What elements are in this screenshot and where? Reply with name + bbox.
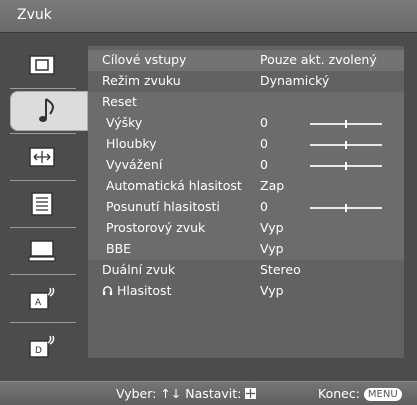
- slider-knob[interactable]: [345, 141, 347, 149]
- menu-row-value: Stereo: [260, 262, 301, 277]
- music-note-icon: [39, 98, 54, 122]
- menu-row-label: Hlasitost: [116, 283, 172, 298]
- menu-row-value: 0: [260, 157, 268, 172]
- sidebar-item-picture[interactable]: [12, 45, 72, 85]
- menu-row-value: Vyp: [260, 241, 284, 256]
- svg-text:A: A: [35, 298, 42, 308]
- sidebar-divider: [10, 88, 76, 89]
- pc-icon: [28, 240, 56, 262]
- menu-row-bbe[interactable]: BBE Vyp: [88, 239, 404, 260]
- menu-row-label: Reset: [102, 94, 137, 109]
- analog-setup-icon: A: [29, 287, 55, 310]
- menu-row-label: Prostorový zvuk: [106, 220, 206, 235]
- sidebar-divider: [10, 274, 76, 275]
- slider-knob[interactable]: [345, 120, 347, 128]
- menu-row-label: Cílové vstupy: [102, 52, 187, 67]
- enter-button-icon: [245, 388, 257, 399]
- menu-row-bass[interactable]: Hloubky 0: [88, 134, 404, 155]
- screen-icon: [29, 147, 55, 167]
- sidebar-item-digital-setup[interactable]: D: [12, 327, 72, 367]
- sidebar-divider: [10, 133, 76, 134]
- sidebar-divider: [10, 180, 76, 181]
- menu-row-value: Zap: [260, 178, 285, 193]
- title-bar: Zvuk: [0, 0, 417, 33]
- menu-row-sound-mode[interactable]: Režim zvuku Dynamický: [88, 71, 404, 92]
- sidebar-divider: [10, 227, 76, 228]
- menu-row-label: Duální zvuk: [102, 262, 176, 277]
- menu-button[interactable]: MENU: [363, 388, 402, 401]
- bass-slider[interactable]: [310, 141, 382, 149]
- menu-row-label-wrap: Hlasitost: [102, 283, 171, 298]
- digital-setup-icon: D: [29, 335, 55, 358]
- menu-row-value: Dynamický: [260, 73, 330, 88]
- menu-row-label: Režim zvuku: [102, 73, 181, 88]
- menu-row-value: 0: [260, 199, 268, 214]
- menu-row-headphone-volume[interactable]: Hlasitost Vyp: [88, 281, 404, 302]
- select-hint-label: Vyber:: [116, 386, 157, 401]
- menu-row-label: Výšky: [106, 115, 143, 130]
- menu-row-value: 0: [260, 115, 268, 130]
- sidebar: A D: [0, 33, 88, 381]
- menu-row-balance[interactable]: Vyvážení 0: [88, 155, 404, 176]
- svg-text:D: D: [35, 346, 42, 356]
- up-down-arrows-icon: ↑↓: [160, 386, 182, 401]
- picture-icon: [29, 55, 55, 75]
- bottom-hint-bar: Vyber: ↑↓ Nastavit: Konec: MENU: [0, 381, 417, 405]
- menu-row-surround[interactable]: Prostorový zvuk Vyp: [88, 218, 404, 239]
- navigation-hint: Vyber: ↑↓ Nastavit:: [116, 386, 257, 401]
- volume-offset-slider[interactable]: [310, 204, 382, 212]
- menu-row-label: Hloubky: [106, 136, 157, 151]
- sound-menu-panel: Cílové vstupy Pouze akt. zvolený Režim z…: [88, 46, 404, 358]
- headphone-icon: [102, 286, 113, 296]
- menu-row-label: Posunutí hlasitosti: [106, 199, 220, 214]
- sidebar-item-screen[interactable]: [12, 137, 72, 177]
- menu-row-reset[interactable]: Reset: [88, 92, 404, 113]
- set-hint-label: Nastavit:: [185, 386, 242, 401]
- sidebar-item-pc[interactable]: [12, 231, 72, 271]
- sidebar-item-sound[interactable]: [10, 91, 88, 131]
- menu-row-label: BBE: [106, 241, 132, 256]
- menu-row-value: Pouze akt. zvolený: [260, 52, 377, 67]
- menu-row-label: Automatická hlasitost: [106, 178, 242, 193]
- exit-hint-label: Konec:: [318, 386, 360, 401]
- sidebar-divider: [10, 322, 76, 323]
- treble-slider[interactable]: [310, 120, 382, 128]
- page-title: Zvuk: [17, 7, 52, 23]
- menu-row-value: Vyp: [260, 283, 284, 298]
- menu-row-value: Vyp: [260, 220, 284, 235]
- exit-hint: Konec: MENU: [318, 386, 402, 401]
- slider-knob[interactable]: [345, 162, 347, 170]
- menu-row-auto-volume[interactable]: Automatická hlasitost Zap: [88, 176, 404, 197]
- menu-row-value: 0: [260, 136, 268, 151]
- balance-slider[interactable]: [310, 162, 382, 170]
- slider-knob[interactable]: [345, 204, 347, 212]
- menu-row-dual-sound[interactable]: Duální zvuk Stereo: [88, 260, 404, 281]
- menu-row-target-inputs[interactable]: Cílové vstupy Pouze akt. zvolený: [88, 50, 404, 71]
- sidebar-item-analog-setup[interactable]: A: [12, 279, 72, 319]
- sidebar-item-settings[interactable]: [12, 184, 72, 224]
- menu-row-label: Vyvážení: [106, 157, 163, 172]
- list-settings-icon: [31, 192, 53, 216]
- menu-row-volume-offset[interactable]: Posunutí hlasitosti 0: [88, 197, 404, 218]
- menu-row-treble[interactable]: Výšky 0: [88, 113, 404, 134]
